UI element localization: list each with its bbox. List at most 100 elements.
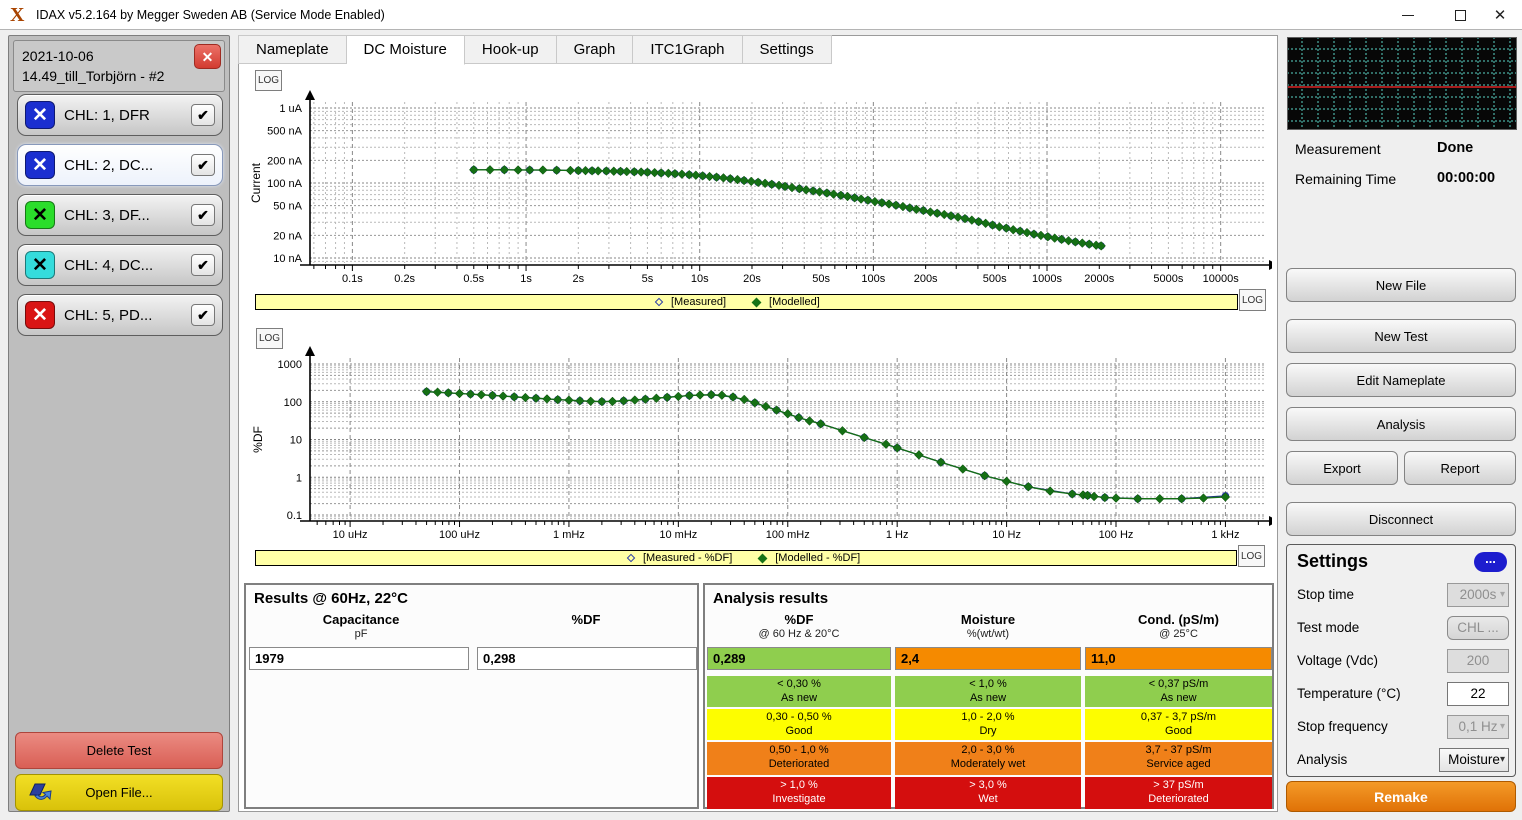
svg-text:1 kHz: 1 kHz <box>1211 529 1239 541</box>
tab-graph[interactable]: Graph <box>557 35 634 64</box>
svg-text:100 mHz: 100 mHz <box>766 529 810 541</box>
analysis-title: Analysis results <box>713 590 828 607</box>
channel-5-checkbox[interactable]: ✔ <box>191 304 215 326</box>
chevron-down-icon: ▾ <box>1500 716 1505 738</box>
svg-text:0.1: 0.1 <box>287 510 302 522</box>
class-serviceaged-cond: 3,7 - 37 pS/mService aged <box>1085 742 1272 775</box>
measured-marker-icon <box>655 298 663 306</box>
capacitance-unit: pF <box>276 627 446 642</box>
remake-button[interactable]: Remake <box>1286 781 1516 812</box>
svg-text:50s: 50s <box>812 273 830 285</box>
minimize-icon <box>1402 15 1414 16</box>
minimize-button[interactable] <box>1386 0 1430 30</box>
class-deteriorated-cond: > 37 pS/mDeteriorated <box>1085 777 1272 809</box>
tab-settings[interactable]: Settings <box>743 35 832 64</box>
df-value: 0,298 <box>477 647 697 670</box>
settings-title: Settings <box>1297 551 1368 572</box>
remaining-time-value: 00:00:00 <box>1437 170 1495 186</box>
test-mode-label: Test mode <box>1297 620 1359 635</box>
modelled-df-legend-label: [Modelled - %DF] <box>775 552 860 564</box>
class-asnew-moisture: < 1,0 %As new <box>895 676 1081 707</box>
settings-panel: Settings ... Stop time 2000s▾ Test mode … <box>1286 544 1516 777</box>
monitor-signal-line <box>1288 86 1516 88</box>
svg-text:100 Hz: 100 Hz <box>1099 529 1134 541</box>
tab-itc1graph[interactable]: ITC1Graph <box>633 35 742 64</box>
current-vs-time-chart: 0.1s0.2s0.5s1s2s5s10s20s50s100s200s500s1… <box>244 66 1272 292</box>
app-logo-icon: X <box>10 4 24 27</box>
temperature-input[interactable]: 22 <box>1447 682 1509 706</box>
analysis-df-header: %DF @ 60 Hz & 20°C <box>707 612 891 642</box>
settings-more-button[interactable]: ... <box>1474 552 1507 572</box>
class-investigate-df: > 1,0 %Investigate <box>707 777 891 809</box>
close-test-button[interactable]: ✕ <box>194 44 221 69</box>
export-button[interactable]: Export <box>1286 451 1398 485</box>
remaining-time-label: Remaining Time <box>1295 171 1396 187</box>
channel-item-4[interactable]: ✕ CHL: 4, DC... ✔ <box>17 244 223 286</box>
test-mode-button: CHL ... <box>1447 616 1509 640</box>
open-file-button[interactable]: Open File... <box>15 774 223 811</box>
class-good-cond: 0,37 - 3,7 pS/mGood <box>1085 709 1272 740</box>
results-groupbox: Results @ 60Hz, 22°C Capacitance pF %DF … <box>244 583 699 809</box>
delete-test-button[interactable]: Delete Test <box>15 732 223 769</box>
analysis-button[interactable]: Analysis <box>1286 407 1516 441</box>
svg-text:1 uA: 1 uA <box>279 103 302 115</box>
channel-4-checkbox[interactable]: ✔ <box>191 254 215 276</box>
svg-text:0.2s: 0.2s <box>394 273 415 285</box>
maximize-button[interactable] <box>1438 0 1482 30</box>
capacitance-header: Capacitance pF <box>276 612 446 642</box>
svg-text:100s: 100s <box>861 273 885 285</box>
chart2-legend: [Measured - %DF] [Modelled - %DF] <box>255 550 1237 566</box>
test-sidebar: 2021-10-06 14.49_till_Torbjörn - #2 ✕ ✕ … <box>8 35 230 812</box>
maximize-icon <box>1455 10 1466 21</box>
tab-hook-up[interactable]: Hook-up <box>465 35 557 64</box>
svg-text:Current: Current <box>249 162 263 203</box>
class-asnew-df: < 0,30 %As new <box>707 676 891 707</box>
analysis-groupbox: Analysis results %DF @ 60 Hz & 20°C Mois… <box>703 583 1274 809</box>
log-scale-button-bottom-right-2[interactable]: LOG <box>1238 545 1265 567</box>
svg-text:1000s: 1000s <box>1032 273 1062 285</box>
open-file-icon <box>28 781 54 805</box>
channel-3-checkbox[interactable]: ✔ <box>191 204 215 226</box>
report-button[interactable]: Report <box>1404 451 1516 485</box>
channel-1-color-icon: ✕ <box>25 101 55 129</box>
measurement-label: Measurement <box>1295 141 1381 157</box>
channel-2-checkbox[interactable]: ✔ <box>191 154 215 176</box>
channel-2-label: CHL: 2, DC... <box>55 157 191 174</box>
channel-item-2[interactable]: ✕ CHL: 2, DC... ✔ <box>17 144 223 186</box>
class-good-df: 0,30 - 0,50 %Good <box>707 709 891 740</box>
measured-df-marker-icon <box>627 554 635 562</box>
disconnect-button[interactable]: Disconnect <box>1286 502 1516 536</box>
svg-text:20s: 20s <box>743 273 761 285</box>
edit-nameplate-button[interactable]: Edit Nameplate <box>1286 363 1516 397</box>
svg-text:2s: 2s <box>573 273 585 285</box>
chevron-down-icon: ▾ <box>1500 749 1505 771</box>
stop-frequency-label: Stop frequency <box>1297 719 1388 734</box>
test-header[interactable]: 2021-10-06 14.49_till_Torbjörn - #2 ✕ <box>13 40 225 92</box>
log-scale-button-bottom-right-1[interactable]: LOG <box>1239 289 1266 311</box>
close-button[interactable]: ✕ <box>1478 0 1522 30</box>
svg-text:10s: 10s <box>691 273 709 285</box>
analysis-cond-header: Cond. (pS/m) @ 25°C <box>1085 612 1272 642</box>
class-asnew-cond: < 0,37 pS/mAs new <box>1085 676 1272 707</box>
svg-text:50 nA: 50 nA <box>273 201 302 213</box>
svg-text:200s: 200s <box>914 273 938 285</box>
analysis-mode-label: Analysis <box>1297 752 1347 767</box>
measured-df-legend-label: [Measured - %DF] <box>643 552 732 564</box>
new-test-button[interactable]: New Test <box>1286 319 1516 353</box>
svg-text:10 Hz: 10 Hz <box>992 529 1021 541</box>
svg-text:1 mHz: 1 mHz <box>553 529 585 541</box>
new-file-button[interactable]: New File <box>1286 268 1516 302</box>
svg-text:100: 100 <box>284 397 302 409</box>
channel-item-3[interactable]: ✕ CHL: 3, DF... ✔ <box>17 194 223 236</box>
channel-item-1[interactable]: ✕ CHL: 1, DFR ✔ <box>17 94 223 136</box>
channel-4-color-icon: ✕ <box>25 251 55 279</box>
analysis-mode-select[interactable]: Moisture▾ <box>1439 748 1509 772</box>
channel-1-checkbox[interactable]: ✔ <box>191 104 215 126</box>
svg-text:500s: 500s <box>983 273 1007 285</box>
channel-item-5[interactable]: ✕ CHL: 5, PD... ✔ <box>17 294 223 336</box>
tab-dc-moisture[interactable]: DC Moisture <box>347 35 465 65</box>
stop-frequency-select: 0,1 Hz▾ <box>1447 715 1509 739</box>
svg-text:5000s: 5000s <box>1153 273 1183 285</box>
title-bar: X IDAX v5.2.164 by Megger Sweden AB (Ser… <box>0 0 1522 30</box>
tab-nameplate[interactable]: Nameplate <box>238 35 347 64</box>
